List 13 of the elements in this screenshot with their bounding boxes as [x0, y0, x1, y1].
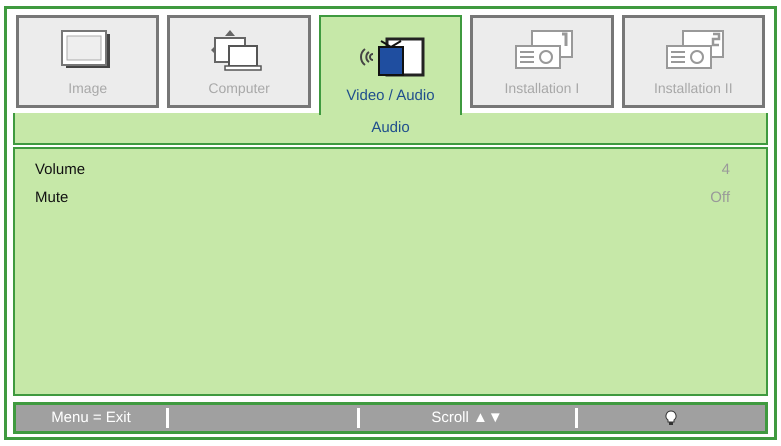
menu-tab[interactable]: Installation I [470, 15, 614, 108]
scroll-hint: Scroll ▲▼ [430, 408, 504, 428]
setting-label[interactable]: Mute [35, 187, 68, 210]
menu-tab[interactable]: Computer [167, 15, 311, 108]
lightbulb-icon [665, 410, 678, 426]
menu-tab[interactable]: Video / Audio [318, 15, 462, 115]
submenu-title: Audio [371, 118, 410, 138]
exit-hint: Menu = Exit [50, 408, 132, 428]
setting-value: Off [710, 188, 731, 208]
setting-label[interactable]: Volume [35, 158, 86, 182]
menu-tab[interactable]: Installation II [622, 15, 765, 108]
menu-tab[interactable]: Image [16, 15, 160, 108]
setting-value: 4 [722, 160, 731, 180]
